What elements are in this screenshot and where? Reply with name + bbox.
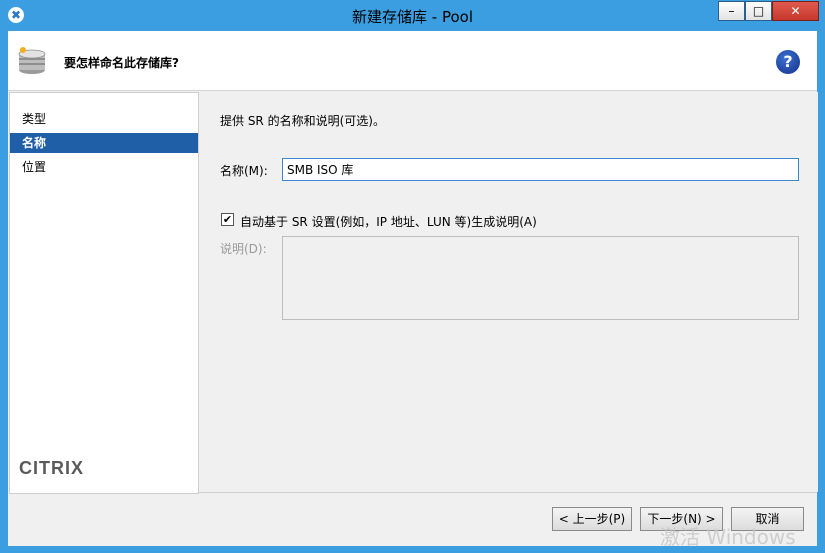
footer-divider — [198, 492, 817, 493]
minimize-button[interactable]: – — [718, 1, 745, 21]
name-input[interactable] — [282, 158, 799, 181]
dialog-client-area: 要怎样命名此存储库? ? 类型 名称 位置 CITRIX 提供 SR 的名称和说… — [8, 31, 818, 546]
previous-button[interactable]: < 上一步(P) — [552, 507, 632, 531]
wizard-header: 要怎样命名此存储库? ? — [8, 31, 817, 91]
auto-description-checkbox[interactable]: ✔ — [221, 213, 234, 226]
citrix-logo: CITRIX — [19, 458, 85, 478]
sidebar-item-location[interactable]: 位置 — [10, 157, 198, 177]
maximize-button[interactable]: □ — [745, 1, 772, 21]
wizard-page-content: 提供 SR 的名称和说明(可选)。 名称(M): ✔ 自动基于 SR 设置(例如… — [198, 92, 818, 492]
sidebar-item-type[interactable]: 类型 — [10, 109, 198, 129]
description-label: 说明(D): — [220, 242, 267, 256]
window-title: 新建存储库 - Pool — [352, 8, 473, 26]
storage-disk-icon — [18, 47, 46, 74]
dialog-window: ✖ 新建存储库 - Pool – □ ✕ 要怎样命名此存储库? ? 类型 名称 … — [0, 0, 825, 553]
wizard-step-question: 要怎样命名此存储库? — [64, 56, 179, 70]
close-button[interactable]: ✕ — [772, 1, 819, 21]
auto-description-label[interactable]: 自动基于 SR 设置(例如，IP 地址、LUN 等)生成说明(A) — [240, 213, 537, 230]
intro-text: 提供 SR 的名称和说明(可选)。 — [220, 114, 385, 128]
sidebar-item-name[interactable]: 名称 — [10, 133, 198, 153]
wizard-steps-sidebar: 类型 名称 位置 CITRIX — [9, 92, 199, 494]
help-icon[interactable]: ? — [776, 50, 800, 74]
title-bar[interactable]: ✖ 新建存储库 - Pool – □ ✕ — [0, 0, 825, 31]
activate-windows-watermark: 激活 Windows — [660, 525, 796, 549]
name-label: 名称(M): — [220, 164, 268, 178]
description-textarea[interactable] — [282, 236, 799, 320]
